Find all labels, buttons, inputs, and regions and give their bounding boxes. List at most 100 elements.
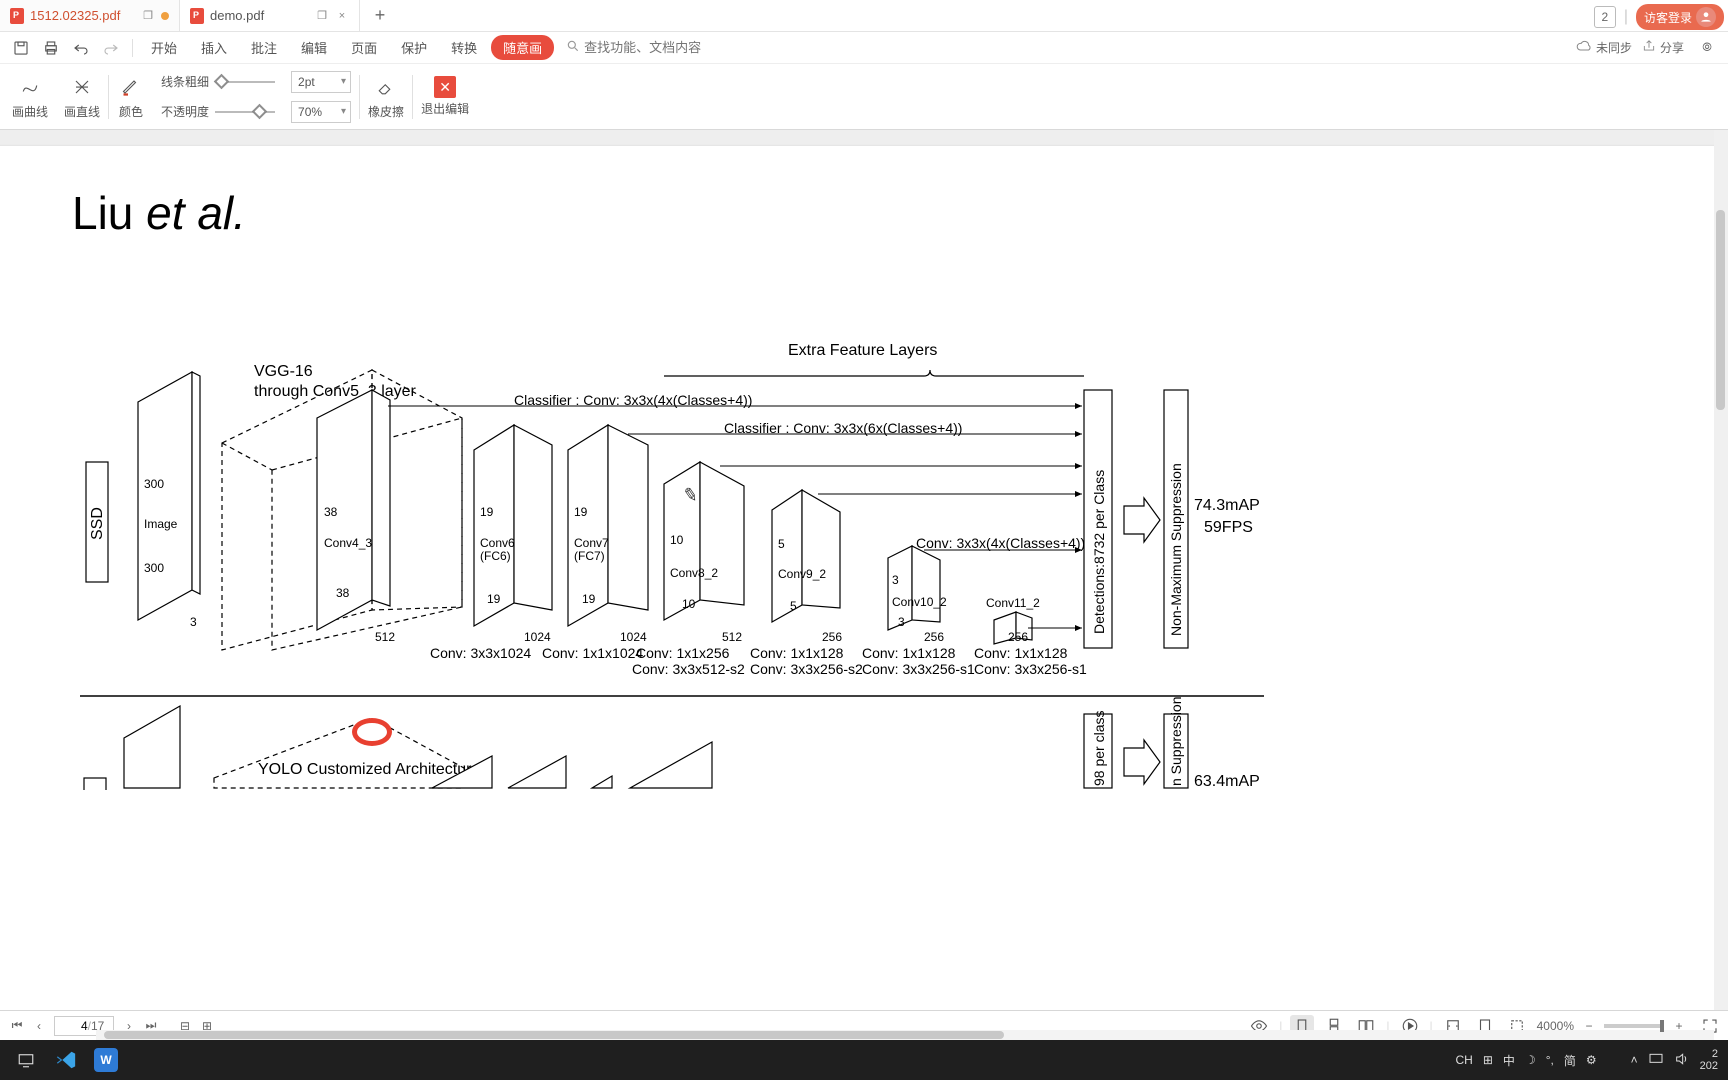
vertical-scrollbar[interactable]	[1714, 130, 1728, 1040]
opacity-combo[interactable]: 70%	[291, 101, 351, 123]
tab-1[interactable]: 1512.02325.pdf ❐	[0, 0, 180, 31]
new-tab-button[interactable]: +	[360, 0, 400, 31]
svg-text:19: 19	[480, 505, 494, 519]
thickness-slider[interactable]	[215, 77, 275, 87]
tab-2[interactable]: demo.pdf ❐ ×	[180, 0, 360, 31]
ime-punct[interactable]: °,	[1546, 1053, 1554, 1067]
svg-text:1024: 1024	[524, 630, 551, 644]
pdf-page: Liu et al. .bx{fill:#fff;stroke:#000;str…	[0, 146, 1718, 1040]
first-page-button[interactable]: ⏮	[6, 1015, 28, 1037]
menu-page[interactable]: 页面	[341, 34, 387, 61]
svg-text:38: 38	[336, 586, 350, 600]
tab-label: demo.pdf	[210, 8, 264, 23]
svg-text:Detections:8732 per Class: Detections:8732 per Class	[1091, 470, 1107, 634]
print-icon[interactable]	[38, 35, 64, 61]
tab-label: 1512.02325.pdf	[30, 8, 120, 23]
svg-text:256: 256	[1008, 630, 1028, 644]
menu-convert[interactable]: 转换	[441, 34, 487, 61]
search-input[interactable]	[584, 40, 764, 55]
svg-text:Conv: 3x3x512-s2: Conv: 3x3x512-s2	[632, 661, 745, 677]
pdf-file-icon	[190, 8, 204, 24]
menu-annotate[interactable]: 批注	[241, 34, 287, 61]
more-icon[interactable]: ⦾	[1694, 35, 1720, 61]
svg-text:74.3mAP: 74.3mAP	[1194, 497, 1260, 514]
page-number-input[interactable]	[64, 1019, 88, 1033]
ime-simp[interactable]: 简	[1564, 1052, 1576, 1069]
modified-dot-icon	[161, 12, 169, 20]
sync-button[interactable]: 未同步	[1576, 38, 1632, 57]
document-viewport[interactable]: Liu et al. .bx{fill:#fff;stroke:#000;str…	[0, 130, 1728, 1040]
svg-text:Conv8_2: Conv8_2	[670, 566, 718, 580]
svg-text:3: 3	[892, 573, 899, 587]
svg-text:Conv4_3: Conv4_3	[324, 536, 372, 550]
tray-chevron-icon[interactable]: ˄	[1631, 1053, 1638, 1067]
svg-text:Conv: 1x1x128: Conv: 1x1x128	[862, 645, 956, 661]
svg-text:Conv: 1x1x1024: Conv: 1x1x1024	[542, 645, 643, 661]
svg-text:(FC6): (FC6)	[480, 549, 511, 563]
zoom-slider[interactable]	[1604, 1024, 1664, 1028]
moon-icon[interactable]: ☽	[1525, 1053, 1536, 1067]
svg-text:Image: Image	[144, 517, 178, 531]
wps-icon[interactable]: W	[86, 1040, 126, 1080]
tab-bar: 1512.02325.pdf ❐ demo.pdf ❐ × + 2 | 访客登录	[0, 0, 1728, 32]
ribbon-draw: 画曲线 画直线 颜色 线条粗细 不透明度 2pt 70% 橡皮擦	[0, 64, 1728, 130]
thickness-label: 线条粗细	[161, 73, 209, 90]
vscode-icon[interactable]	[46, 1040, 86, 1080]
svg-text:Classifier : Conv: 3x3x(4x(Cla: Classifier : Conv: 3x3x(4x(Classes+4))	[514, 392, 752, 408]
clock-date: 202	[1700, 1060, 1718, 1072]
ime-grid-icon[interactable]: ⊞	[1483, 1053, 1493, 1067]
curve-label: 画曲线	[12, 103, 48, 120]
prev-page-button[interactable]: ‹	[28, 1015, 50, 1037]
svg-text:n Suppression: n Suppression	[1168, 696, 1184, 786]
menu-draw-active[interactable]: 随意画	[491, 35, 554, 60]
menu-insert[interactable]: 插入	[191, 34, 237, 61]
popout-icon[interactable]: ❐	[141, 9, 155, 23]
menu-edit[interactable]: 编辑	[291, 34, 337, 61]
line-tool[interactable]: 画直线	[64, 73, 100, 120]
svg-text:Conv11_2: Conv11_2	[986, 596, 1040, 610]
menu-protect[interactable]: 保护	[391, 34, 437, 61]
clock-time: 2	[1700, 1048, 1718, 1060]
close-x-icon: ✕	[434, 76, 456, 98]
close-icon[interactable]: ×	[335, 9, 349, 23]
ime-lang[interactable]: CH	[1456, 1053, 1473, 1067]
search-box[interactable]	[566, 39, 764, 56]
exit-edit-button[interactable]: ✕ 退出编辑	[421, 76, 469, 117]
curve-tool[interactable]: 画曲线	[12, 73, 48, 120]
line-label: 画直线	[64, 103, 100, 120]
opacity-slider[interactable]	[215, 107, 275, 117]
eraser-icon	[372, 73, 400, 101]
svg-text:Conv: 3x3x1024: Conv: 3x3x1024	[430, 645, 531, 661]
svg-text:Conv7: Conv7	[574, 536, 609, 550]
gear-icon[interactable]: ⚙	[1586, 1053, 1597, 1067]
share-button[interactable]: 分享	[1642, 39, 1684, 56]
eraser-tool[interactable]: 橡皮擦	[368, 73, 404, 120]
svg-text:VGG-16: VGG-16	[254, 363, 313, 380]
svg-text:Conv: 1x1x128: Conv: 1x1x128	[750, 645, 844, 661]
annotation-red-circle	[352, 718, 392, 746]
ime-cn[interactable]: 中	[1503, 1052, 1515, 1069]
tray-volume-icon[interactable]	[1674, 1051, 1690, 1070]
thickness-combo[interactable]: 2pt	[291, 71, 351, 93]
login-button[interactable]: 访客登录	[1636, 4, 1724, 30]
share-label: 分享	[1660, 39, 1684, 56]
horizontal-scrollbar[interactable]	[96, 1030, 1714, 1040]
menu-start[interactable]: 开始	[141, 34, 187, 61]
tray-monitor-icon[interactable]	[1648, 1051, 1664, 1070]
avatar-icon	[1696, 7, 1716, 27]
color-tool[interactable]: 颜色	[117, 73, 145, 120]
undo-icon[interactable]	[68, 35, 94, 61]
paper-authors: Liu et al.	[72, 186, 1678, 240]
menu-bar: 开始 插入 批注 编辑 页面 保护 转换 随意画 未同步 分享 ⦾	[0, 32, 1728, 64]
svg-text:256: 256	[822, 630, 842, 644]
svg-text:63.4mAP: 63.4mAP	[1194, 773, 1260, 790]
taskbar-clock[interactable]: 2 202	[1700, 1048, 1718, 1072]
window-count-badge[interactable]: 2	[1594, 6, 1616, 28]
save-icon[interactable]	[8, 35, 34, 61]
svg-text:Conv: 3x3x(4x(Classes+4)): Conv: 3x3x(4x(Classes+4))	[916, 535, 1085, 551]
redo-icon[interactable]	[98, 35, 124, 61]
svg-text:Conv: 3x3x256-s2: Conv: 3x3x256-s2	[750, 661, 863, 677]
taskview-icon[interactable]	[6, 1040, 46, 1080]
svg-text:Conv10_2: Conv10_2	[892, 595, 947, 609]
popout-icon[interactable]: ❐	[315, 9, 329, 23]
